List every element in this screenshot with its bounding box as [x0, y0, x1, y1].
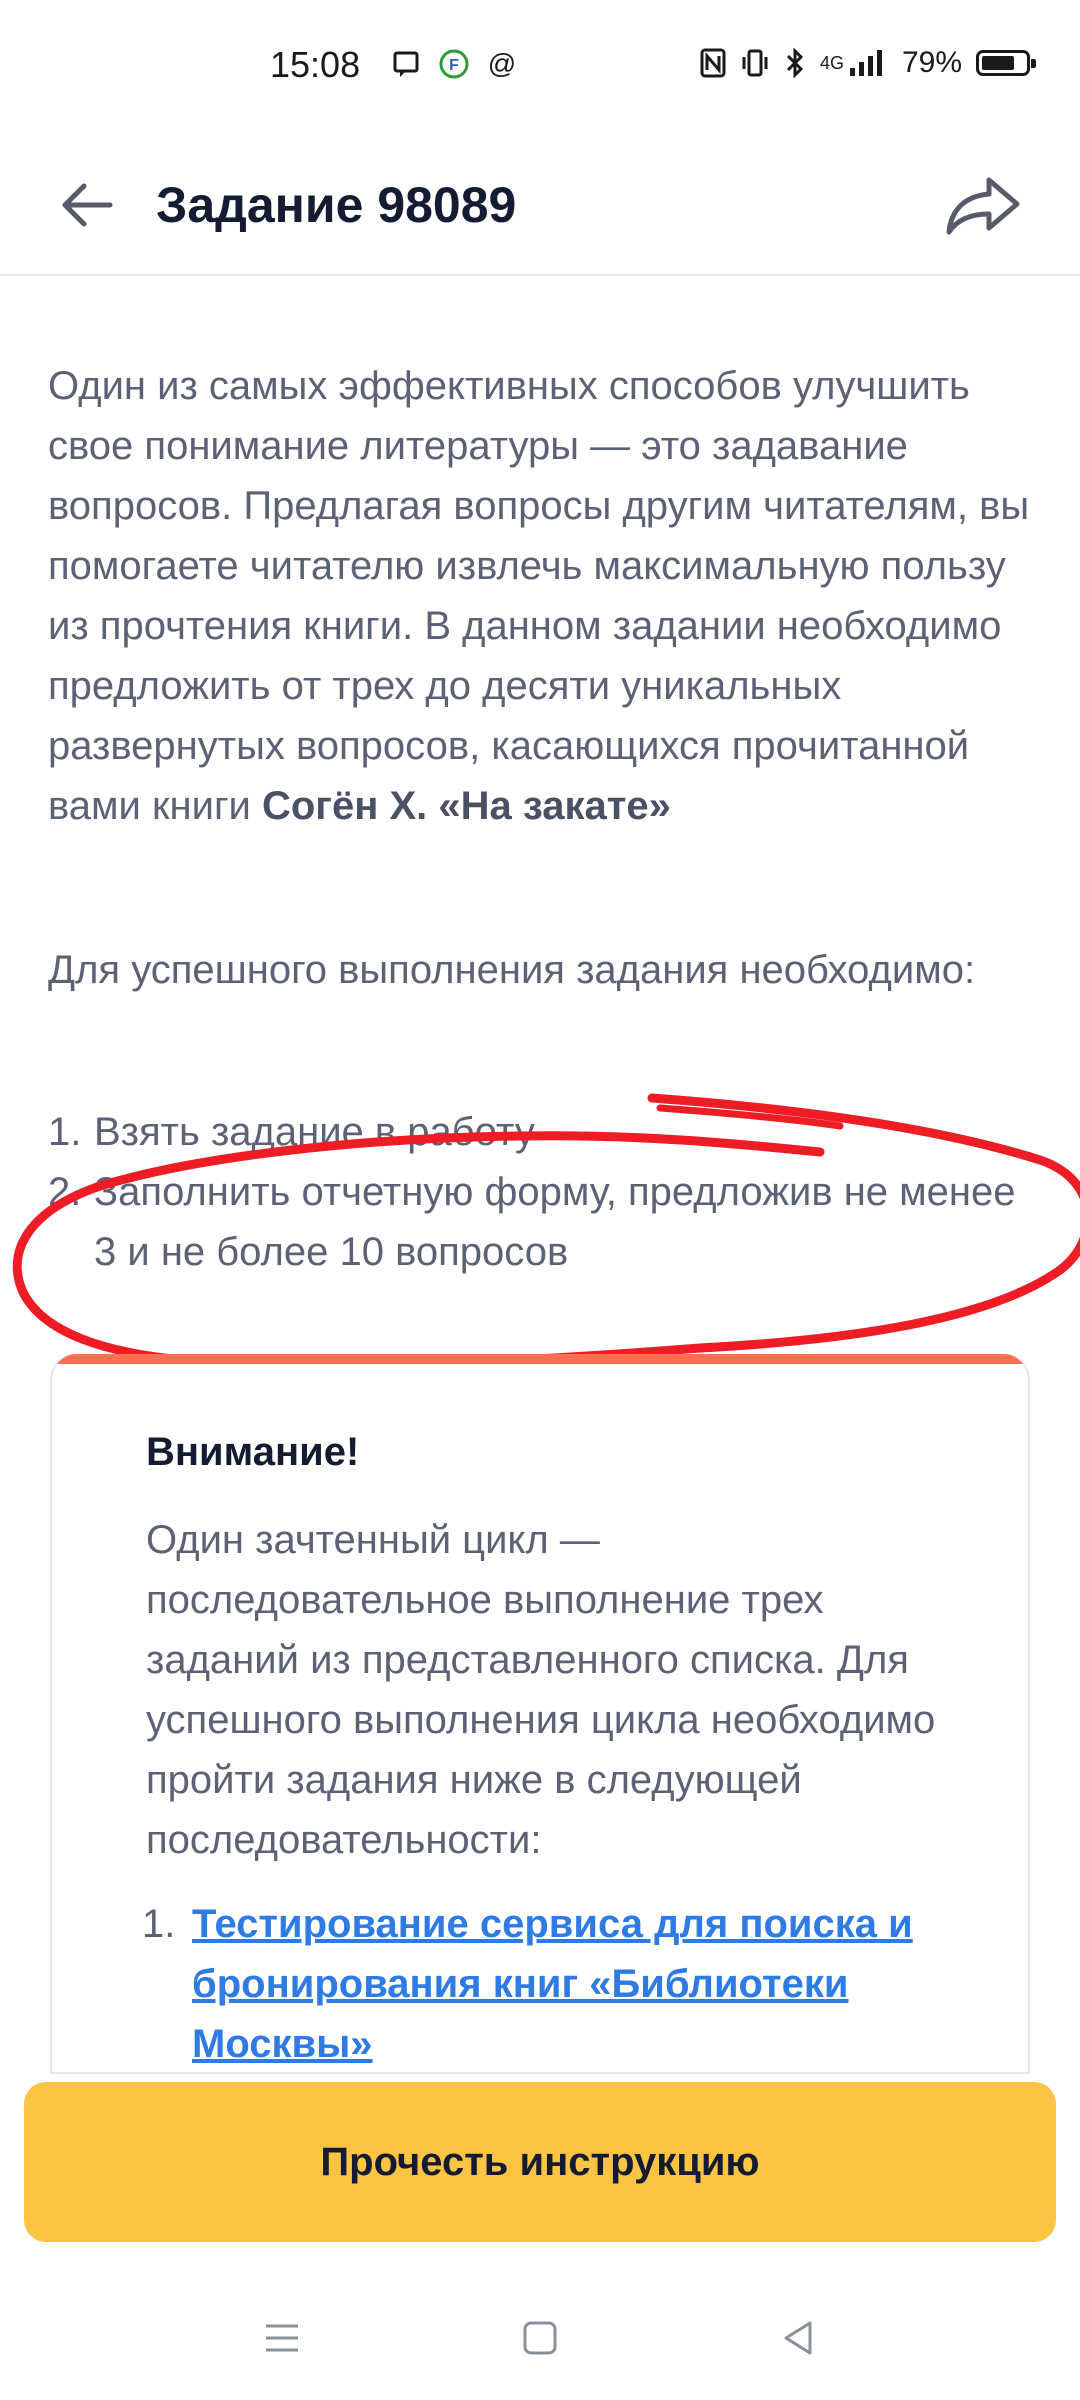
- f-app-icon: F: [439, 49, 469, 79]
- task-sequence-list: 1. Тестирование сервиса для поиска и брон…: [142, 1894, 962, 2072]
- message-icon: [393, 51, 419, 77]
- at-icon: @: [488, 48, 516, 79]
- page-title: Задание 98089: [156, 177, 517, 233]
- list-item-number: 1.: [48, 1110, 82, 1154]
- notification-icons: F @: [390, 48, 518, 80]
- list-item: 1. Тестирование сервиса для поиска и брон…: [142, 1894, 962, 2072]
- task-description-text: Один из самых эффективных способов улучш…: [48, 364, 1030, 828]
- clipped-heading: –: [48, 276, 70, 285]
- svg-text:F: F: [449, 57, 459, 74]
- attention-card: Внимание! Один зачтенный цикл — последов…: [50, 1354, 1030, 2074]
- nfc-icon: [700, 48, 726, 78]
- share-icon: [946, 177, 1020, 235]
- book-title: Согён Х. «На закате»: [261, 784, 671, 828]
- app-header: Задание 98089: [0, 140, 1080, 276]
- status-bar: 15:08 F @ 4G 79%: [0, 0, 1080, 140]
- menu-icon: [266, 2324, 298, 2352]
- square-icon: [523, 2321, 557, 2355]
- battery-percent: 79%: [901, 46, 962, 79]
- system-navigation-bar: [0, 2260, 1080, 2400]
- home-nav-button[interactable]: [510, 2308, 570, 2368]
- arrow-left-icon: [62, 183, 113, 227]
- bluetooth-icon: [786, 48, 804, 78]
- attention-title: Внимание!: [146, 1430, 360, 1474]
- read-instructions-button[interactable]: Прочесть инструкцию: [24, 2082, 1056, 2242]
- network-type: 4G: [819, 52, 844, 73]
- list-item-text: Взять задание в работу: [94, 1110, 535, 1154]
- list-item: 1. Взять задание в работу: [48, 1102, 1033, 1162]
- svg-text:@: @: [488, 48, 516, 79]
- system-icons: 4G 79%: [700, 46, 1036, 80]
- list-item: 2. Заполнить отчетную форму, предложив не…: [48, 1162, 1033, 1282]
- triangle-back-icon: [784, 2321, 812, 2355]
- back-nav-button[interactable]: [768, 2308, 828, 2368]
- attention-text: Один зачтенный цикл — последовательное в…: [146, 1518, 936, 1862]
- menu-nav-button[interactable]: [252, 2308, 312, 2368]
- list-item-text: Заполнить отчетную форму, предложив не м…: [94, 1170, 1016, 1274]
- share-button[interactable]: [938, 164, 1028, 248]
- requirements-list: 1. Взять задание в работу 2. Заполнить отч…: [48, 1102, 1033, 1282]
- vibrate-icon: [742, 49, 768, 77]
- back-button[interactable]: [52, 170, 122, 240]
- list-item-number: 1.: [142, 1902, 176, 1946]
- battery-level-fill: [982, 56, 1014, 70]
- signal-icon: [849, 50, 882, 76]
- requirements-intro: Для успешного выполнения задания необход…: [48, 948, 976, 992]
- status-time: 15:08: [270, 44, 361, 85]
- task-link[interactable]: Тестирование сервиса для поиска и бронир…: [192, 1902, 913, 2066]
- task-description: Один из самых эффективных способов улучш…: [48, 356, 1033, 836]
- battery-icon: [976, 50, 1036, 76]
- list-item-number: 2.: [48, 1170, 82, 1214]
